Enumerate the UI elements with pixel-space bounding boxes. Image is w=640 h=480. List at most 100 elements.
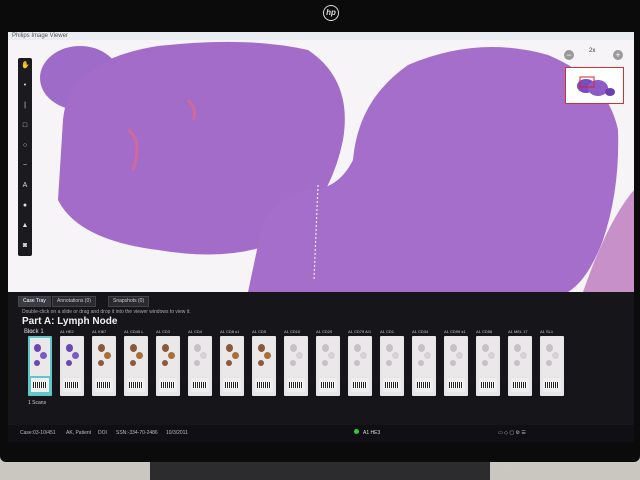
tissue-image[interactable] [8,40,634,292]
case-number: Case:03-10/451 [20,430,56,436]
pan-tool-icon[interactable]: ✋ [21,62,30,70]
tissue-section [194,360,200,366]
tissue-section [456,352,463,359]
slide-strip: A1 A1 HE2 A1 KI67 A1 CD45 L A1 CD3 A1 CD4 A1 C… [28,329,628,416]
slide-card[interactable]: A1 [28,329,52,396]
hp-logo: hp [323,5,339,21]
tissue-section [40,352,47,359]
slide-card[interactable]: A1 CD10 [284,329,308,396]
tissue-section [98,360,104,366]
slide-glass [542,338,562,376]
slide-label: A1 CD45 L [124,329,144,334]
slide-card[interactable]: A1 CD56 [476,329,500,396]
slide-label: A1 HE2 [60,329,74,334]
overview-thumbnail[interactable] [565,67,624,104]
tissue-section [482,344,489,352]
tissue-section [290,360,296,366]
case-date: 10/3/2011 [166,430,188,436]
tab-snapshots[interactable]: Snapshots (0) [108,296,150,307]
tissue-section [130,360,136,366]
tissue-section [360,352,367,359]
barcode-label [63,378,81,392]
tissue-section [72,352,79,359]
screen: Philips Image Viewer ✋ • | □ ○ ~ A ● ▲ ◙… [8,32,634,442]
tissue-section [226,360,232,366]
tissue-section [66,344,73,352]
slide-label: A1 CD20 [316,329,333,334]
barcode-label [159,378,177,392]
slide-card[interactable]: A1 CD3 [156,329,180,396]
barcode-label [351,378,369,392]
slide-glass [478,338,498,376]
tissue-section [296,352,303,359]
slide-card[interactable]: A1 CD8 s1 [220,329,244,396]
ellipse-tool-icon[interactable]: ○ [21,142,29,150]
window-title: Philips Image Viewer [8,32,634,40]
slide-card[interactable]: A1 CD5 [252,329,276,396]
case-tray-panel: Case Tray Annotations (0) Snapshots (0) … [8,292,634,442]
rectangle-tool-icon[interactable]: □ [21,122,29,130]
slide-card[interactable]: A1 MEL 17 [508,329,532,396]
slide-label: A1 SL1 [540,329,554,334]
tissue-section [424,352,431,359]
tissue-section [66,360,72,366]
slide-card[interactable]: A1 HE2 [60,329,84,396]
marker-tool-icon[interactable]: ● [21,202,29,210]
tissue-section [488,352,495,359]
slide-label: A1 CD1 [380,329,395,334]
tissue-section [194,344,201,352]
slide-label: A1 CD56 [476,329,493,334]
freehand-tool-icon[interactable]: ~ [21,162,29,170]
tissue-section [386,344,393,352]
slide-label: A1 MEL 17 [508,329,528,334]
slide-glass [30,338,50,376]
slide-card[interactable]: A1 CD20 [316,329,340,396]
arrow-tool-icon[interactable]: ▲ [21,222,29,230]
slide-glass [126,338,146,376]
camera-tool-icon[interactable]: ◙ [21,242,29,250]
tissue-section [482,360,488,366]
barcode-label [415,378,433,392]
barcode-label [511,378,529,392]
slide-card[interactable]: A1 CD45 L [124,329,148,396]
tab-annotations[interactable]: Annotations (0) [52,296,96,307]
slide-glass [222,338,242,376]
tissue-section [520,352,527,359]
slide-label: A1 CD8 s1 [220,329,240,334]
tissue-section [450,360,456,366]
slide-label: A1 CD10 [284,329,301,334]
tab-case-tray[interactable]: Case Tray [18,296,51,307]
tissue-section [34,360,40,366]
tissue-section [552,352,559,359]
tissue-section [418,344,425,352]
zoom-level: 2x [589,48,596,54]
barcode-label [127,378,145,392]
tissue-section [392,352,399,359]
slide-viewer[interactable]: ✋ • | □ ○ ~ A ● ▲ ◙ − 2x + [8,40,634,292]
text-tool-icon[interactable]: A [21,182,29,190]
barcode-label [319,378,337,392]
zoom-in-button[interactable]: + [613,50,623,60]
slide-glass [158,338,178,376]
slide-card[interactable]: A1 CD1 [380,329,404,396]
tissue-section [418,360,424,366]
slide-card[interactable]: A1 CD79 A/1 [348,329,372,396]
slide-glass [190,338,210,376]
measure-tool-icon[interactable]: | [21,102,29,110]
slide-card[interactable]: A1 CD34 [412,329,436,396]
slide-glass [446,338,466,376]
pointer-tool-icon[interactable]: • [21,82,29,90]
tissue-section [168,352,175,359]
slide-glass [286,338,306,376]
tissue-section [136,352,143,359]
slide-card[interactable]: A1 CD4 [188,329,212,396]
slide-card[interactable]: A1 CD99 s1 [444,329,468,396]
tissue-section [354,360,360,366]
slide-glass [94,338,114,376]
slide-card[interactable]: A1 KI67 [92,329,116,396]
slide-label: A1 CD5 [252,329,267,334]
slide-card[interactable]: A1 SL1 [540,329,564,396]
monitor-bezel: hp Philips Image Viewer ✋ • | □ ○ ~ A ● … [0,0,640,462]
zoom-out-button[interactable]: − [564,50,574,60]
part-title: Part A: Lymph Node [22,316,118,327]
